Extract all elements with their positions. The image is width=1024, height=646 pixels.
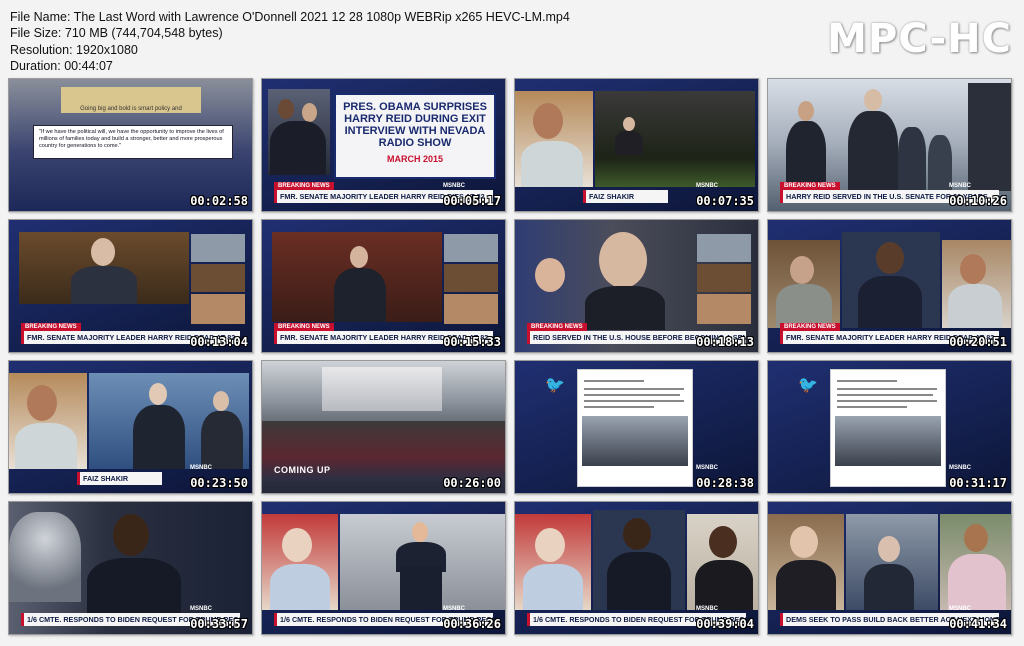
thumbnail-14[interactable]: MSNBC 1/6 CMTE. RESPONDS TO BIDEN REQUES… xyxy=(261,501,506,635)
timestamp: 00:02:58 xyxy=(190,194,248,208)
headline-text: PRES. OBAMA SURPRISES HARRY REID DURING … xyxy=(343,101,487,149)
thumbnail-2[interactable]: PRES. OBAMA SURPRISES HARRY REID DURING … xyxy=(261,78,506,212)
timestamp: 00:10:26 xyxy=(949,194,1007,208)
network-bug: MSNBC xyxy=(949,465,971,471)
network-bug: MSNBC xyxy=(443,606,465,612)
twitter-bird-icon: 🐦 xyxy=(545,377,565,394)
thumbnail-3[interactable]: MSNBC FAIZ SHAKIR 00:07:35 xyxy=(514,78,759,212)
thumbnail-11[interactable]: 🐦 MSNBC 00:28:38 xyxy=(514,360,759,494)
tweet-card xyxy=(577,369,693,487)
thumbnail-10[interactable]: COMING UP 00:26:00 xyxy=(261,360,506,494)
timestamp: 00:26:00 xyxy=(443,476,501,490)
thumbnail-12[interactable]: 🐦 MSNBC 00:31:17 xyxy=(767,360,1012,494)
quote-card: "If we have the political will, we have … xyxy=(33,125,233,159)
timestamp: 00:18:13 xyxy=(696,335,754,349)
breaking-news-tag: BREAKING NEWS xyxy=(274,182,334,190)
twitter-bird-icon: 🐦 xyxy=(798,377,818,394)
thumbnail-16[interactable]: MSNBC DEMS SEEK TO PASS BUILD BACK BETTE… xyxy=(767,501,1012,635)
headline-date: MARCH 2015 xyxy=(386,154,444,164)
tweet-card xyxy=(830,369,946,487)
file-info: File Name: The Last Word with Lawrence O… xyxy=(10,9,570,74)
thumbnail-5[interactable]: BREAKING NEWS FMR. SENATE MAJORITY LEADE… xyxy=(8,219,253,353)
thumbnail-6[interactable]: BREAKING NEWS FMR. SENATE MAJORITY LEADE… xyxy=(261,219,506,353)
timestamp: 00:41:34 xyxy=(949,617,1007,631)
thumbnail-9[interactable]: MSNBC FAIZ SHAKIR 00:23:50 xyxy=(8,360,253,494)
timestamp: 00:13:04 xyxy=(190,335,248,349)
network-bug: MSNBC xyxy=(949,606,971,612)
chyron: FAIZ SHAKIR xyxy=(77,472,162,485)
timestamp: 00:28:38 xyxy=(696,476,754,490)
breaking-news-tag: BREAKING NEWS xyxy=(274,323,334,331)
timestamp: 00:39:04 xyxy=(696,617,754,631)
coming-up-label: COMING UP xyxy=(274,465,331,475)
chyron: FAIZ SHAKIR xyxy=(583,190,668,203)
thumbnail-8[interactable]: BREAKING NEWS FMR. SENATE MAJORITY LEADE… xyxy=(767,219,1012,353)
thumbnail-13[interactable]: MSNBC 1/6 CMTE. RESPONDS TO BIDEN REQUES… xyxy=(8,501,253,635)
headline-card: PRES. OBAMA SURPRISES HARRY REID DURING … xyxy=(334,93,496,179)
network-bug: MSNBC xyxy=(190,606,212,612)
timestamp: 00:20:51 xyxy=(949,335,1007,349)
duration: Duration: 00:44:07 xyxy=(10,58,113,73)
breaking-news-tag: BREAKING NEWS xyxy=(780,323,840,331)
file-size: File Size: 710 MB (744,704,548 bytes) xyxy=(10,26,223,41)
breaking-news-tag: BREAKING NEWS xyxy=(527,323,587,331)
network-bug: MSNBC xyxy=(190,465,212,471)
network-bug: MSNBC xyxy=(949,183,971,189)
timestamp: 00:07:35 xyxy=(696,194,754,208)
timestamp: 00:23:50 xyxy=(190,476,248,490)
resolution: Resolution: 1920x1080 xyxy=(10,42,138,57)
timestamp: 00:36:26 xyxy=(443,617,501,631)
timestamp: 00:31:17 xyxy=(949,476,1007,490)
network-bug: MSNBC xyxy=(696,183,718,189)
breaking-news-tag: BREAKING NEWS xyxy=(780,182,840,190)
file-name: File Name: The Last Word with Lawrence O… xyxy=(10,10,570,24)
network-bug: MSNBC xyxy=(696,606,718,612)
thumbnail-4[interactable]: BREAKING NEWS MSNBC HARRY REID SERVED IN… xyxy=(767,78,1012,212)
timestamp: 00:33:57 xyxy=(190,617,248,631)
timestamp: 00:15:33 xyxy=(443,335,501,349)
timestamp: 00:05:17 xyxy=(443,194,501,208)
thumbnail-grid: Going big and bold is smart policy and "… xyxy=(8,78,1018,635)
network-bug: MSNBC xyxy=(443,183,465,189)
thumbnail-7[interactable]: BREAKING NEWS REID SERVED IN THE U.S. HO… xyxy=(514,219,759,353)
thumbnail-1[interactable]: Going big and bold is smart policy and "… xyxy=(8,78,253,212)
breaking-news-tag: BREAKING NEWS xyxy=(21,323,81,331)
newspaper-sign: Going big and bold is smart policy and xyxy=(61,87,201,113)
thumbnail-15[interactable]: MSNBC 1/6 CMTE. RESPONDS TO BIDEN REQUES… xyxy=(514,501,759,635)
mpc-hc-logo: MPC-HC xyxy=(827,16,1012,62)
network-bug: MSNBC xyxy=(696,465,718,471)
